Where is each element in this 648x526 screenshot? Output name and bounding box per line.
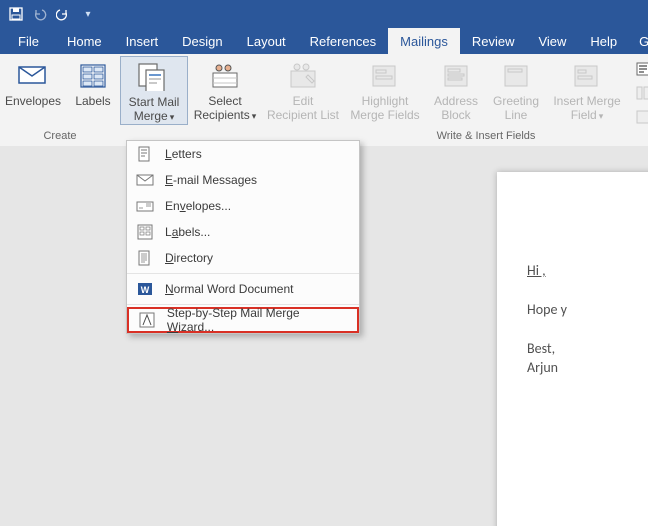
edit-recipients-icon (287, 60, 319, 92)
dropdown-letters[interactable]: Letters (127, 141, 359, 167)
select-recipients-label-2: Recipients (194, 108, 250, 122)
update-labels-icon (636, 109, 648, 125)
svg-text:W: W (141, 285, 150, 295)
undo-icon[interactable] (32, 6, 48, 22)
tab-help[interactable]: Help (578, 28, 629, 54)
insert-merge-label-1: Insert Merge (553, 94, 620, 108)
tab-design[interactable]: Design (170, 28, 234, 54)
dropdown-email[interactable]: E-mail Messages (127, 167, 359, 193)
wizard-icon (137, 312, 157, 328)
tab-view[interactable]: View (526, 28, 578, 54)
tab-file[interactable]: File (10, 28, 55, 54)
start-mail-merge-label-1: Start Mail (129, 95, 180, 109)
labels-icon (77, 60, 109, 92)
start-mail-merge-dropdown: Letters E-mail Messages Envelopes... Lab… (126, 140, 360, 334)
chevron-down-icon: ▾ (599, 111, 604, 121)
dropdown-wizard-label: Step-by-Step Mail Merge Wizard... (167, 306, 349, 334)
insert-merge-label-2: Field (571, 108, 597, 122)
customize-qat-icon[interactable]: ▾ (80, 6, 96, 22)
document-page[interactable]: Hi , Hope y Best, Arjun (497, 172, 648, 526)
rules-button[interactable]: Rules ▾ (632, 58, 648, 80)
highlight-label-2: Merge Fields (350, 108, 419, 122)
doc-line-best: Best, (527, 340, 648, 357)
chevron-down-icon: ▾ (170, 112, 175, 122)
start-mail-merge-button[interactable]: Start Mail Merge▾ (120, 56, 188, 125)
edit-recipient-list-button: Edit Recipient List (262, 56, 344, 122)
doc-line-hope: Hope y (527, 301, 648, 318)
labels-button[interactable]: Labels (66, 56, 120, 108)
tab-mailings[interactable]: Mailings (388, 28, 460, 54)
group-label-write-insert: Write & Insert Fields (344, 128, 628, 146)
app-window: ▾ File Home Insert Design Layout Referen… (0, 0, 648, 526)
directory-icon (135, 250, 155, 266)
highlight-label-1: Highlight (362, 94, 409, 108)
dropdown-separator (127, 304, 359, 305)
greeting-label-1: Greeting (493, 94, 539, 108)
tab-extra[interactable]: G (629, 28, 648, 54)
email-icon (135, 172, 155, 188)
ribbon-group-start-merge: Start Mail Merge▾ Select Recipients▾ Edi… (120, 54, 344, 146)
tab-review[interactable]: Review (460, 28, 527, 54)
dropdown-directory-label: Directory (165, 251, 213, 265)
doc-line-arjun: Arjun (527, 359, 648, 376)
ribbon: Envelopes Labels Create Start Mai (0, 54, 648, 147)
tab-home[interactable]: Home (55, 28, 114, 54)
dropdown-envelopes[interactable]: Envelopes... (127, 193, 359, 219)
tab-insert[interactable]: Insert (114, 28, 171, 54)
select-recipients-button[interactable]: Select Recipients▾ (188, 56, 262, 123)
dropdown-separator (127, 273, 359, 274)
tab-references[interactable]: References (298, 28, 388, 54)
start-mail-merge-label-2: Merge (134, 109, 168, 123)
ribbon-group-rules: Rules ▾ Match Fi Update L (628, 54, 648, 146)
select-recipients-label-1: Select (208, 94, 241, 108)
dropdown-normal-doc[interactable]: W Normal Word Document (127, 276, 359, 302)
insert-merge-field-button: Insert Merge Field▾ (546, 56, 628, 123)
redo-icon[interactable] (56, 6, 72, 22)
dropdown-directory[interactable]: Directory (127, 245, 359, 271)
select-recipients-icon (209, 60, 241, 92)
dropdown-letters-label: Letters (165, 147, 202, 161)
match-fields-button: Match Fi (632, 82, 648, 104)
address-label-2: Block (441, 108, 470, 122)
dropdown-normal-label: Normal Word Document (165, 282, 294, 296)
address-block-button: Address Block (426, 56, 486, 122)
title-bar: ▾ (0, 0, 648, 28)
match-fields-icon (636, 85, 648, 101)
greeting-line-button: Greeting Line (486, 56, 546, 122)
letters-icon (135, 146, 155, 162)
labels-small-icon (135, 224, 155, 240)
update-labels-button: Update L (632, 106, 648, 128)
envelopes-label: Envelopes (5, 94, 61, 108)
envelopes-button[interactable]: Envelopes (0, 56, 66, 108)
envelope-icon (17, 60, 49, 92)
dropdown-labels[interactable]: Labels... (127, 219, 359, 245)
edit-recipient-label-1: Edit (293, 94, 314, 108)
address-block-icon (440, 60, 472, 92)
insert-merge-field-icon (571, 60, 603, 92)
ribbon-group-write-insert: Highlight Merge Fields Address Block Gre… (344, 54, 628, 146)
tab-layout[interactable]: Layout (235, 28, 298, 54)
greeting-line-icon (500, 60, 532, 92)
dropdown-envelopes-label: Envelopes... (165, 199, 231, 213)
word-icon: W (135, 281, 155, 297)
ribbon-tabs: File Home Insert Design Layout Reference… (0, 28, 648, 54)
envelopes-small-icon (135, 198, 155, 214)
highlight-fields-icon (369, 60, 401, 92)
chevron-down-icon: ▾ (252, 111, 257, 121)
highlight-merge-fields-button: Highlight Merge Fields (344, 56, 426, 122)
greeting-label-2: Line (505, 108, 528, 122)
save-icon[interactable] (8, 6, 24, 22)
quick-access-toolbar: ▾ (8, 6, 96, 22)
dropdown-wizard[interactable]: Step-by-Step Mail Merge Wizard... (127, 307, 359, 333)
group-label-create: Create (0, 128, 120, 146)
labels-label: Labels (75, 94, 110, 108)
dropdown-labels-label: Labels... (165, 225, 210, 239)
address-label-1: Address (434, 94, 478, 108)
dropdown-email-label: E-mail Messages (165, 173, 257, 187)
doc-line-hi: Hi , (527, 262, 648, 279)
ribbon-group-create: Envelopes Labels Create (0, 54, 120, 146)
rules-icon (636, 61, 648, 77)
edit-recipient-label-2: Recipient List (267, 108, 339, 122)
mail-merge-icon (138, 61, 170, 93)
